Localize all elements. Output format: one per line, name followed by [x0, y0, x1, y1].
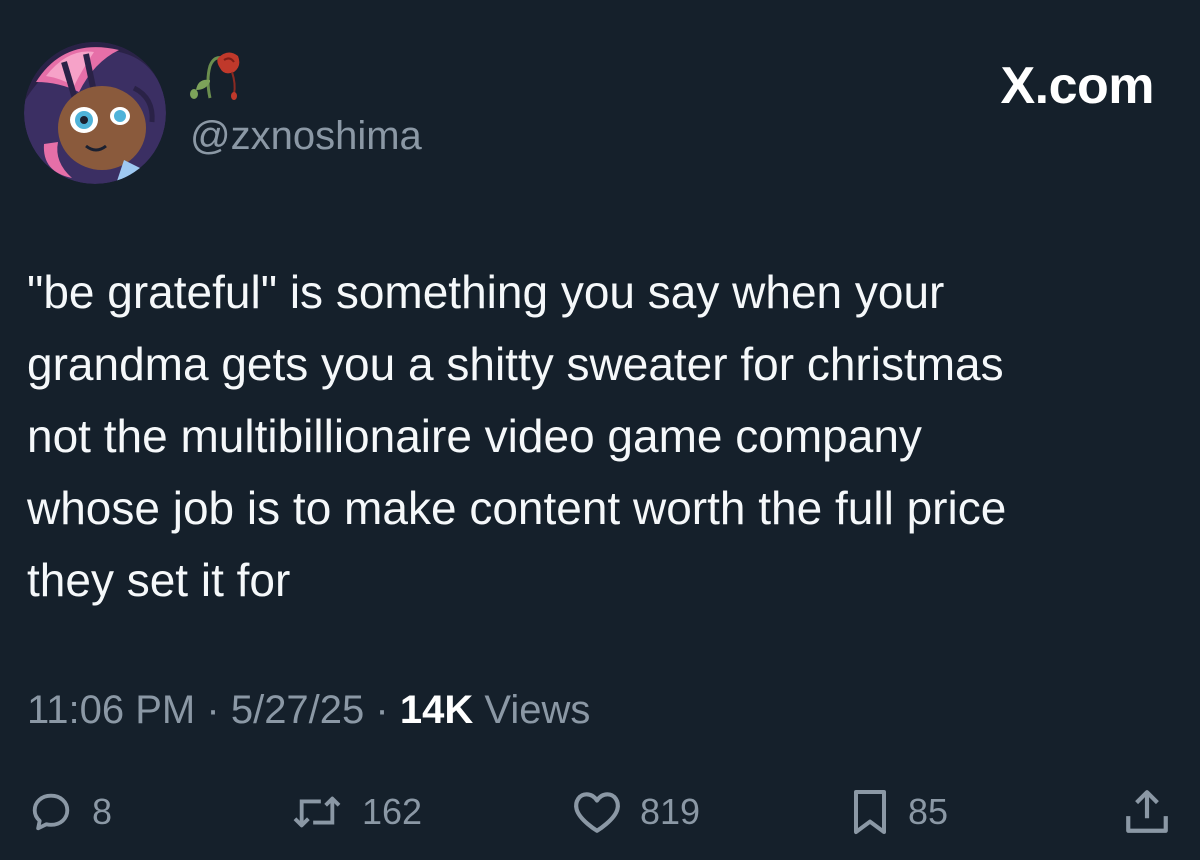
tweet-card: @zxnoshima X.com "be grateful" is someth…	[0, 0, 1200, 860]
tweet-text-line: not the multibillionaire video game comp…	[27, 410, 922, 462]
reply-count: 8	[92, 791, 113, 832]
action-bar: 8 162 819 85	[0, 784, 1200, 840]
bookmark-count: 85	[908, 791, 949, 832]
views-count: 14K	[399, 688, 474, 732]
repost-icon	[293, 796, 341, 828]
repost-button[interactable]: 162	[290, 784, 422, 840]
meta-separator: ·	[375, 688, 389, 732]
author-handle[interactable]: @zxnoshima	[190, 112, 422, 160]
tweet-text-line: "be grateful" is something you say when …	[27, 266, 945, 318]
like-count: 819	[640, 791, 701, 832]
like-button[interactable]: 819	[572, 784, 700, 840]
reply-button[interactable]: 8	[28, 784, 112, 840]
tweet-text-line: whose job is to make content worth the f…	[27, 482, 1007, 534]
tweet-text: "be grateful" is something you say when …	[27, 256, 1187, 616]
repost-count: 162	[362, 791, 423, 832]
share-icon	[1126, 790, 1168, 833]
bookmark-button[interactable]: 85	[850, 784, 948, 840]
site-label: X.com	[1000, 57, 1154, 115]
avatar-image	[24, 42, 166, 184]
meta-separator: ·	[206, 688, 220, 732]
tweet-text-line: grandma gets you a shitty sweater for ch…	[27, 338, 1004, 390]
heart-icon	[574, 792, 620, 833]
tweet-text-line: they set it for	[27, 554, 291, 606]
views-label: Views	[484, 688, 591, 732]
wilted-rose-icon	[188, 50, 248, 102]
avatar[interactable]	[24, 42, 166, 184]
share-button[interactable]	[1124, 784, 1170, 840]
tweet-meta: 11:06 PM · 5/27/25 · 14K Views	[27, 686, 590, 734]
reply-icon	[32, 793, 70, 831]
tweet-date[interactable]: 5/27/25	[231, 688, 364, 732]
tweet-time[interactable]: 11:06 PM	[27, 688, 195, 732]
bookmark-icon	[854, 790, 886, 834]
